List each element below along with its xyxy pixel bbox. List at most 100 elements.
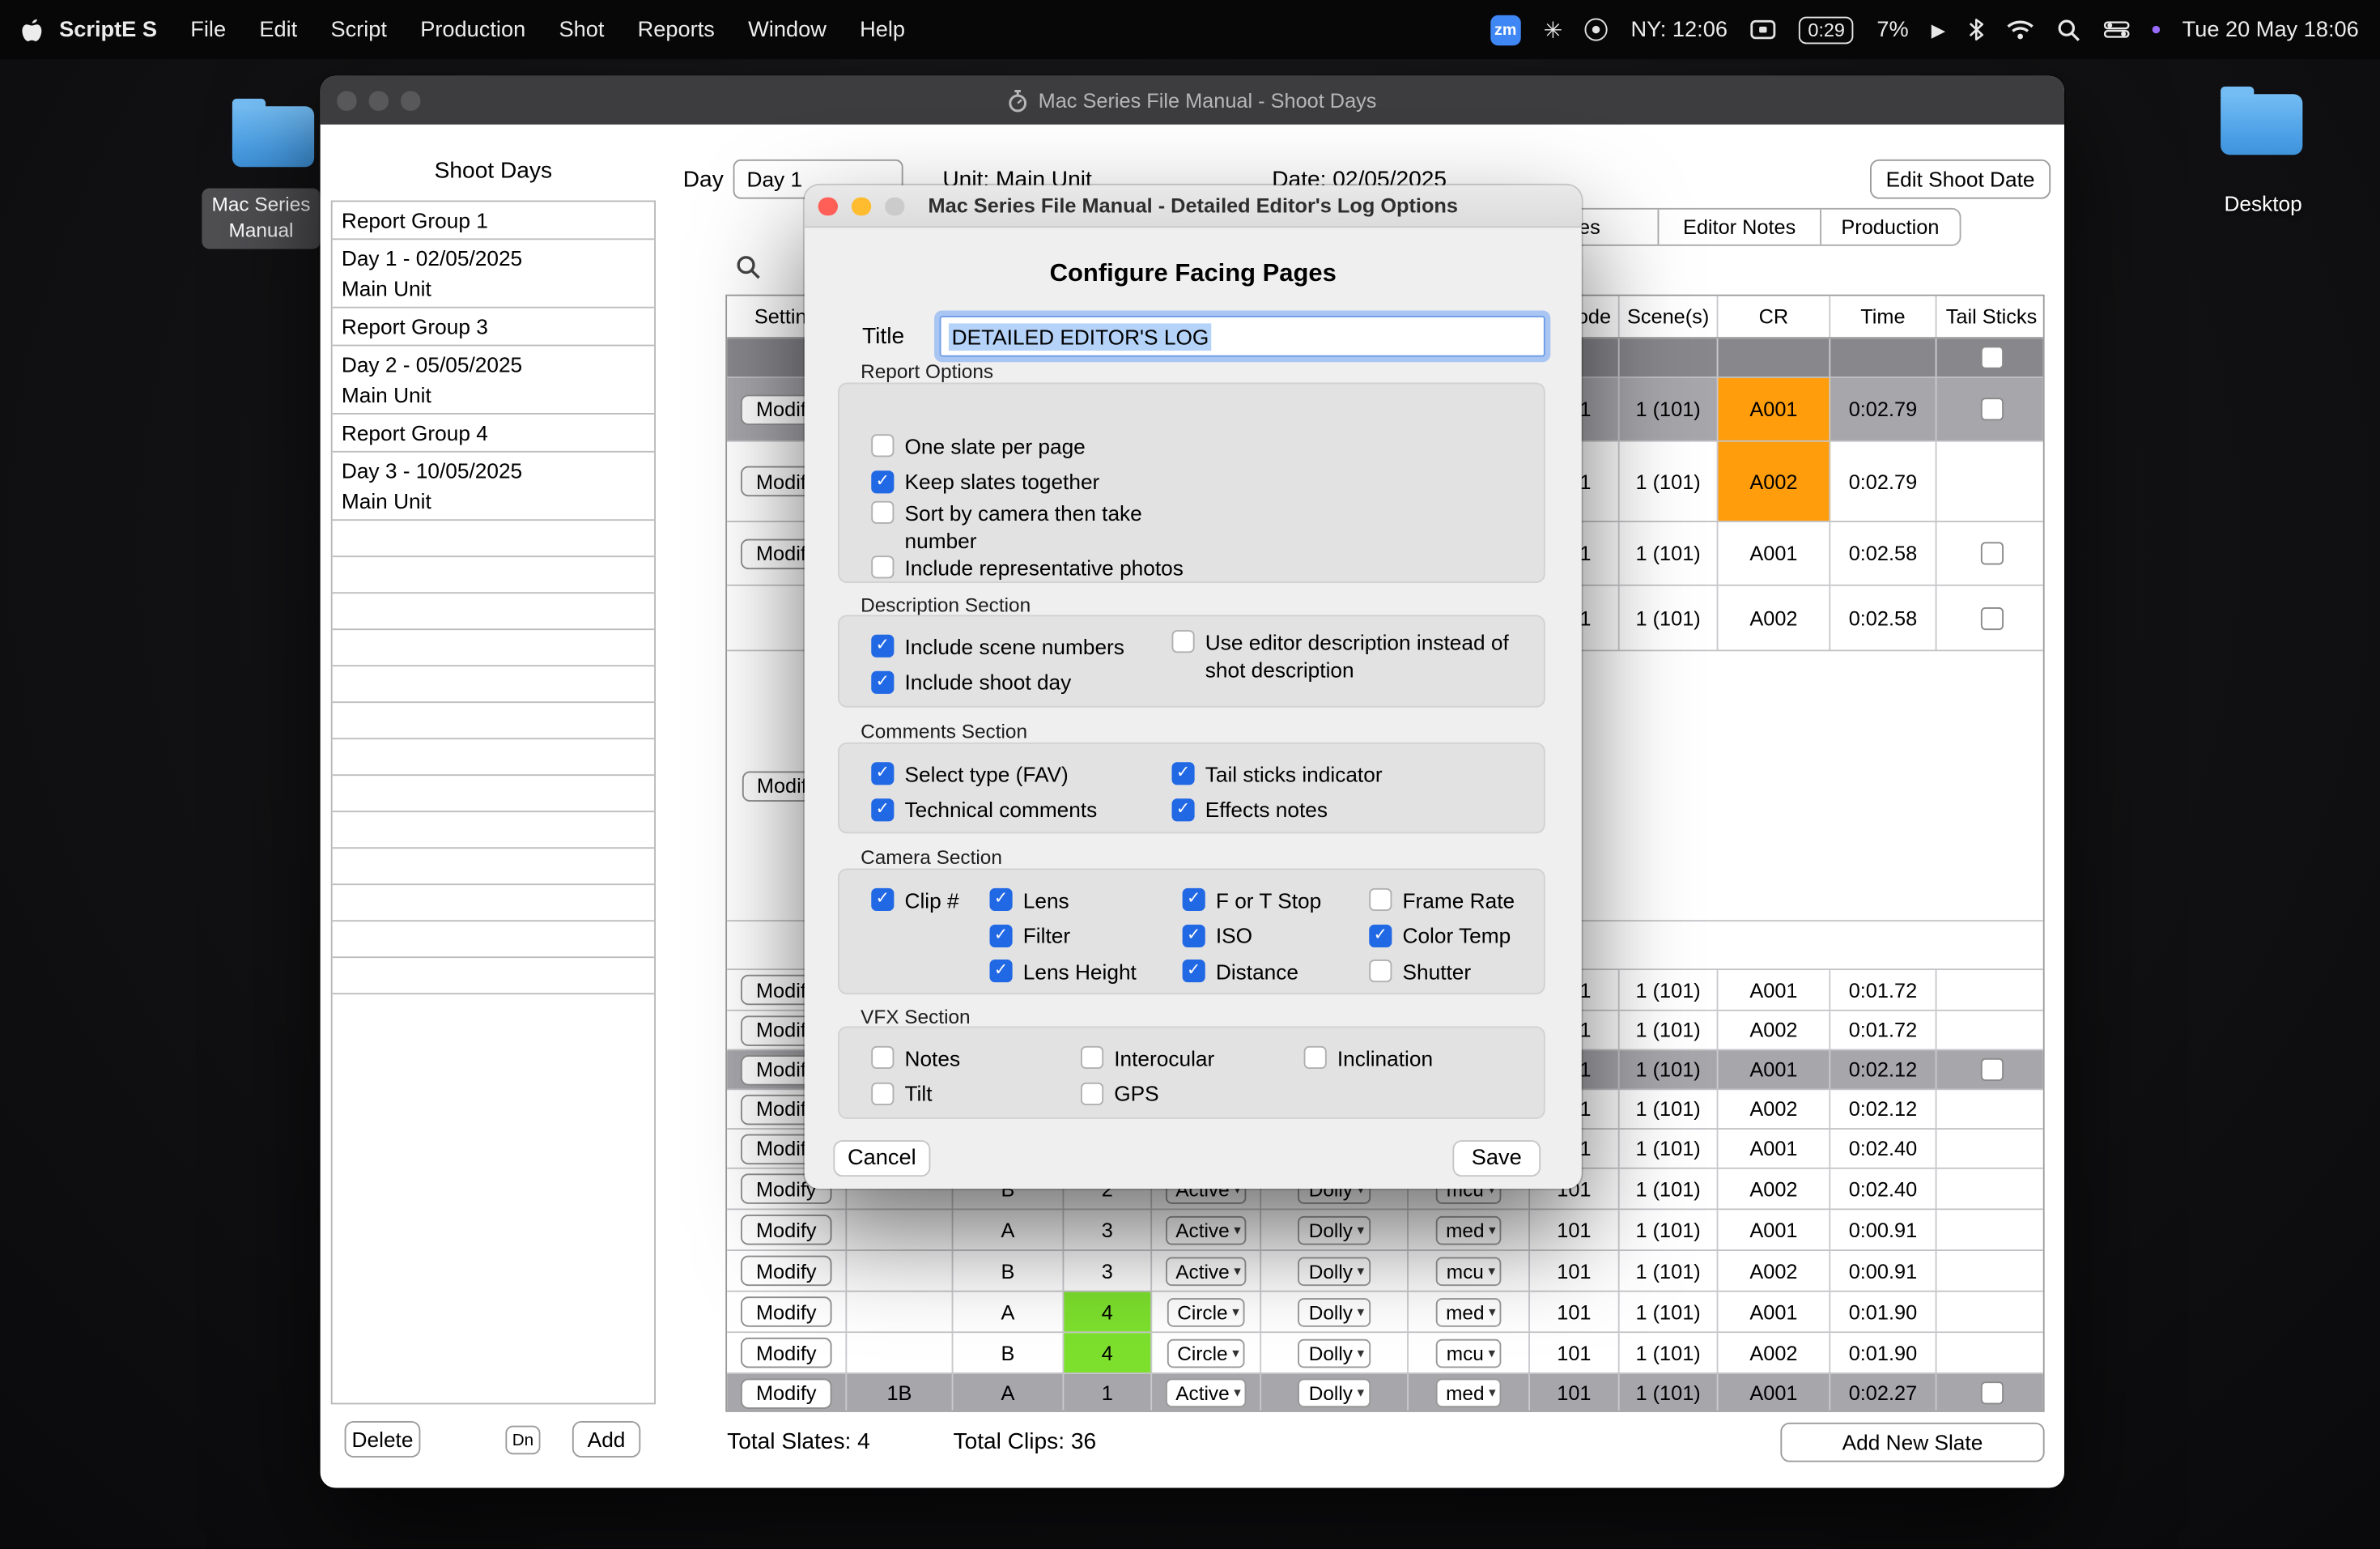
checkbox-iso[interactable]: ISO [1182,917,1322,953]
checkbox-color-temp[interactable]: Color Temp [1369,917,1515,953]
move-select[interactable]: Dolly▾ [1298,1256,1371,1286]
status-select[interactable]: Active▾ [1165,1378,1247,1408]
checkbox-effects-notes[interactable]: Effects notes [1171,792,1383,828]
tail-sticks-checkbox[interactable] [1979,1057,2004,1081]
status-select[interactable]: Circle ▾ [1167,1297,1246,1326]
move-select[interactable]: Dolly▾ [1298,1297,1371,1326]
display-status-icon[interactable] [1750,19,1776,40]
add-button[interactable]: Add [572,1421,641,1458]
dialog-close-button[interactable] [818,196,838,216]
tail-sticks-checkbox[interactable] [1979,606,2004,630]
checkbox-lens[interactable]: Lens [989,882,1137,917]
dialog-titlebar[interactable]: Mac Series File Manual - Detailed Editor… [804,185,1582,228]
checkbox-tail-sticks-indicator[interactable]: Tail sticks indicator [1171,756,1383,792]
delete-button[interactable]: Delete [344,1421,421,1458]
menubar-clock[interactable]: Tue 20 May 18:06 [2182,18,2359,42]
size-select[interactable]: med ▾ [1434,1297,1502,1326]
checkbox-gps[interactable]: GPS [1081,1075,1214,1111]
checkbox-select-type-fav[interactable]: Select type (FAV) [871,756,1097,792]
move-select[interactable]: Dolly▾ [1298,1338,1371,1368]
checkbox-use-editor-description-instead-of-shot-description[interactable]: Use editor description instead of shot d… [1171,628,1536,683]
table-row[interactable]: Modify A 4 Circle ▾ Dolly ▾ med ▾ 101 1 (101) A001 0… [727,1292,2043,1334]
zoom-app-icon[interactable]: zm [1490,14,1521,45]
tail-sticks-checkbox[interactable] [1979,346,2004,369]
wifi-icon[interactable] [2006,19,2034,40]
menu-help[interactable]: Help [843,18,921,42]
tab-editor-notes[interactable]: Editor Notes [1660,209,1821,245]
checkbox-filter[interactable]: Filter [989,917,1137,953]
play-status-icon[interactable]: ▶ [1932,19,1945,40]
menu-script[interactable]: Script [314,18,404,42]
checkbox-include-scene-numbers[interactable]: Include scene numbers [871,628,1124,664]
file-folder-icon[interactable] [232,98,315,168]
menu-reports[interactable]: Reports [621,18,731,42]
desktop-folder-icon[interactable] [2221,86,2303,155]
bluetooth-icon[interactable] [1968,19,1983,41]
menu-shot[interactable]: Shot [542,18,621,42]
checkbox-tilt[interactable]: Tilt [871,1075,960,1111]
desktop-icon-label[interactable]: Desktop [2195,191,2331,215]
shoot-day-list-item[interactable]: Day 2 - 05/05/2025 Main Unit [332,347,655,415]
size-select[interactable]: mcu▾ [1435,1256,1502,1286]
checkbox-notes[interactable]: Notes [871,1040,960,1075]
control-center-icon[interactable] [2103,21,2129,38]
checkbox-inclination[interactable]: Inclination [1303,1040,1433,1075]
app-menu-name[interactable]: ScriptE S [43,18,174,42]
size-select[interactable]: med ▾ [1434,1378,1502,1408]
checkbox-lens-height[interactable]: Lens Height [989,954,1137,989]
title-input[interactable]: DETAILED EDITOR'S LOG [939,316,1545,357]
search-icon[interactable] [735,253,763,281]
status-select[interactable]: Circle ▾ [1167,1338,1246,1368]
shoot-day-list-item[interactable]: Report Group 1 [332,202,655,240]
checkbox-include-representative-photos[interactable]: Include representative photos [871,554,1216,581]
move-select[interactable]: Dolly▾ [1298,1378,1371,1408]
menu-file[interactable]: File [174,18,243,42]
size-select[interactable]: mcu▾ [1435,1338,1502,1368]
table-row[interactable]: Modify 1B A 1 Active ▾ Dolly ▾ med ▾ 101 1 (101) A00… [727,1373,2043,1411]
file-icon-label[interactable]: Mac Series Manual [202,188,321,249]
checkbox-one-slate-per-page[interactable]: One slate per page [871,428,1216,464]
apple-menu-icon[interactable] [21,17,42,43]
window-titlebar[interactable]: Mac Series File Manual - Shoot Days [320,75,2064,125]
checkbox-include-shoot-day[interactable]: Include shoot day [871,664,1124,700]
record-status-icon[interactable] [1585,18,1609,41]
spotlight-search-icon[interactable] [2056,18,2080,42]
menu-window[interactable]: Window [732,18,844,42]
asterisk-status-icon[interactable]: ✳ [1544,16,1563,44]
dn-button[interactable]: Dn [505,1425,541,1455]
modify-button[interactable]: Modify [741,1377,832,1409]
recording-timer-badge[interactable]: 0:29 [1799,15,1855,44]
checkbox-shutter[interactable]: Shutter [1369,954,1515,989]
shoot-day-list-item[interactable]: Report Group 4 [332,415,655,453]
modify-button[interactable]: Modify [741,1337,832,1368]
modify-button[interactable]: Modify [741,1296,832,1327]
checkbox-interocular[interactable]: Interocular [1081,1040,1214,1075]
table-row[interactable]: Modify B 3 Active ▾ Dolly ▾ mcu ▾ 101 1 (101) A002 0… [727,1251,2043,1292]
status-select[interactable]: Active▾ [1165,1215,1247,1245]
tail-sticks-checkbox[interactable] [1979,542,2004,565]
table-row[interactable]: Modify B 4 Circle ▾ Dolly ▾ mcu ▾ 101 1 (101) A002 0… [727,1333,2043,1374]
close-button[interactable] [337,91,356,110]
shoot-day-list-item[interactable]: Day 3 - 10/05/2025 Main Unit [332,453,655,521]
checkbox-distance[interactable]: Distance [1182,954,1322,989]
shoot-day-list-item[interactable]: Report Group 3 [332,309,655,347]
shoot-day-list-item[interactable]: Day 1 - 02/05/2025 Main Unit [332,240,655,309]
checkbox-clip[interactable]: Clip # [871,882,959,917]
checkbox-f-or-t-stop[interactable]: F or T Stop [1182,882,1321,917]
table-row[interactable]: Modify A 3 Active ▾ Dolly ▾ med ▾ 101 1 (101) A001 0… [727,1210,2043,1251]
size-select[interactable]: med ▾ [1434,1215,1502,1245]
edit-shoot-date-button[interactable]: Edit Shoot Date [1870,159,2051,199]
cancel-button[interactable]: Cancel [833,1140,931,1177]
modify-button[interactable]: Modify [741,1215,832,1245]
zoom-button[interactable] [401,91,420,110]
move-select[interactable]: Dolly▾ [1298,1215,1371,1245]
dialog-minimize-button[interactable] [851,196,871,216]
menu-production[interactable]: Production [404,18,542,42]
menu-edit[interactable]: Edit [243,18,314,42]
modify-button[interactable]: Modify [741,1255,832,1287]
checkbox-keep-slates-together[interactable]: Keep slates together [871,464,1216,500]
tab-production[interactable]: Production [1821,210,1959,245]
checkbox-sort-by-camera-then-take-number[interactable]: Sort by camera then take number [871,500,1216,555]
battery-percentage[interactable]: 7% [1876,18,1908,42]
dialog-zoom-button[interactable] [885,196,904,216]
